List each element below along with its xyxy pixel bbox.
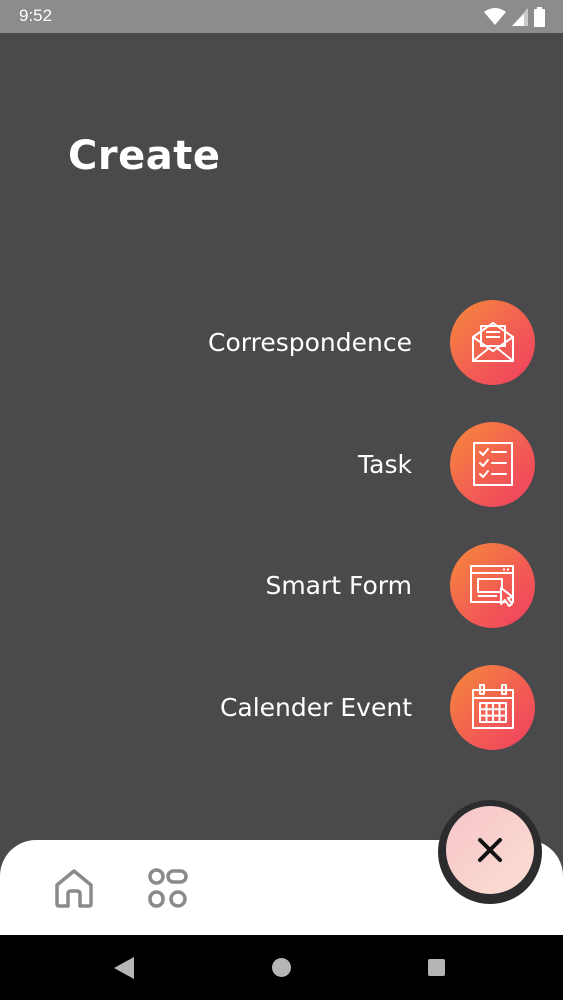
action-label[interactable]: Smart Form [265, 571, 412, 600]
status-bar: 9:52 [0, 0, 563, 33]
action-label[interactable]: Correspondence [208, 328, 412, 357]
checklist-icon [472, 442, 513, 486]
recents-icon[interactable] [428, 959, 445, 976]
calendar-event-button[interactable] [450, 664, 535, 750]
wifi-icon [484, 8, 506, 25]
action-smart-form[interactable]: Smart Form [265, 542, 535, 628]
status-icons [484, 7, 545, 27]
back-icon[interactable] [114, 957, 134, 979]
action-correspondence[interactable]: Correspondence [208, 299, 535, 385]
action-calendar-event[interactable]: Calender Event [220, 664, 535, 750]
close-fab-button[interactable] [446, 806, 534, 894]
action-label[interactable]: Calender Event [220, 693, 412, 722]
battery-icon [534, 7, 545, 27]
task-button[interactable] [450, 421, 535, 507]
form-window-icon [469, 565, 514, 607]
home-icon [55, 869, 93, 908]
status-time: 9:52 [19, 6, 53, 25]
apps-grid-icon [148, 868, 188, 908]
envelope-letter-icon [471, 322, 514, 362]
smart-form-button[interactable] [450, 542, 535, 628]
nav-home-button[interactable] [52, 866, 96, 910]
page-title: Create [68, 133, 221, 179]
system-home-icon[interactable] [272, 958, 291, 977]
nav-apps-button[interactable] [146, 866, 190, 910]
action-label[interactable]: Task [358, 450, 412, 479]
action-task[interactable]: Task [358, 421, 535, 507]
correspondence-button[interactable] [450, 299, 535, 385]
close-icon [478, 838, 502, 862]
calendar-icon [471, 684, 514, 729]
signal-icon [512, 8, 528, 26]
system-navigation-bar [0, 935, 563, 1000]
